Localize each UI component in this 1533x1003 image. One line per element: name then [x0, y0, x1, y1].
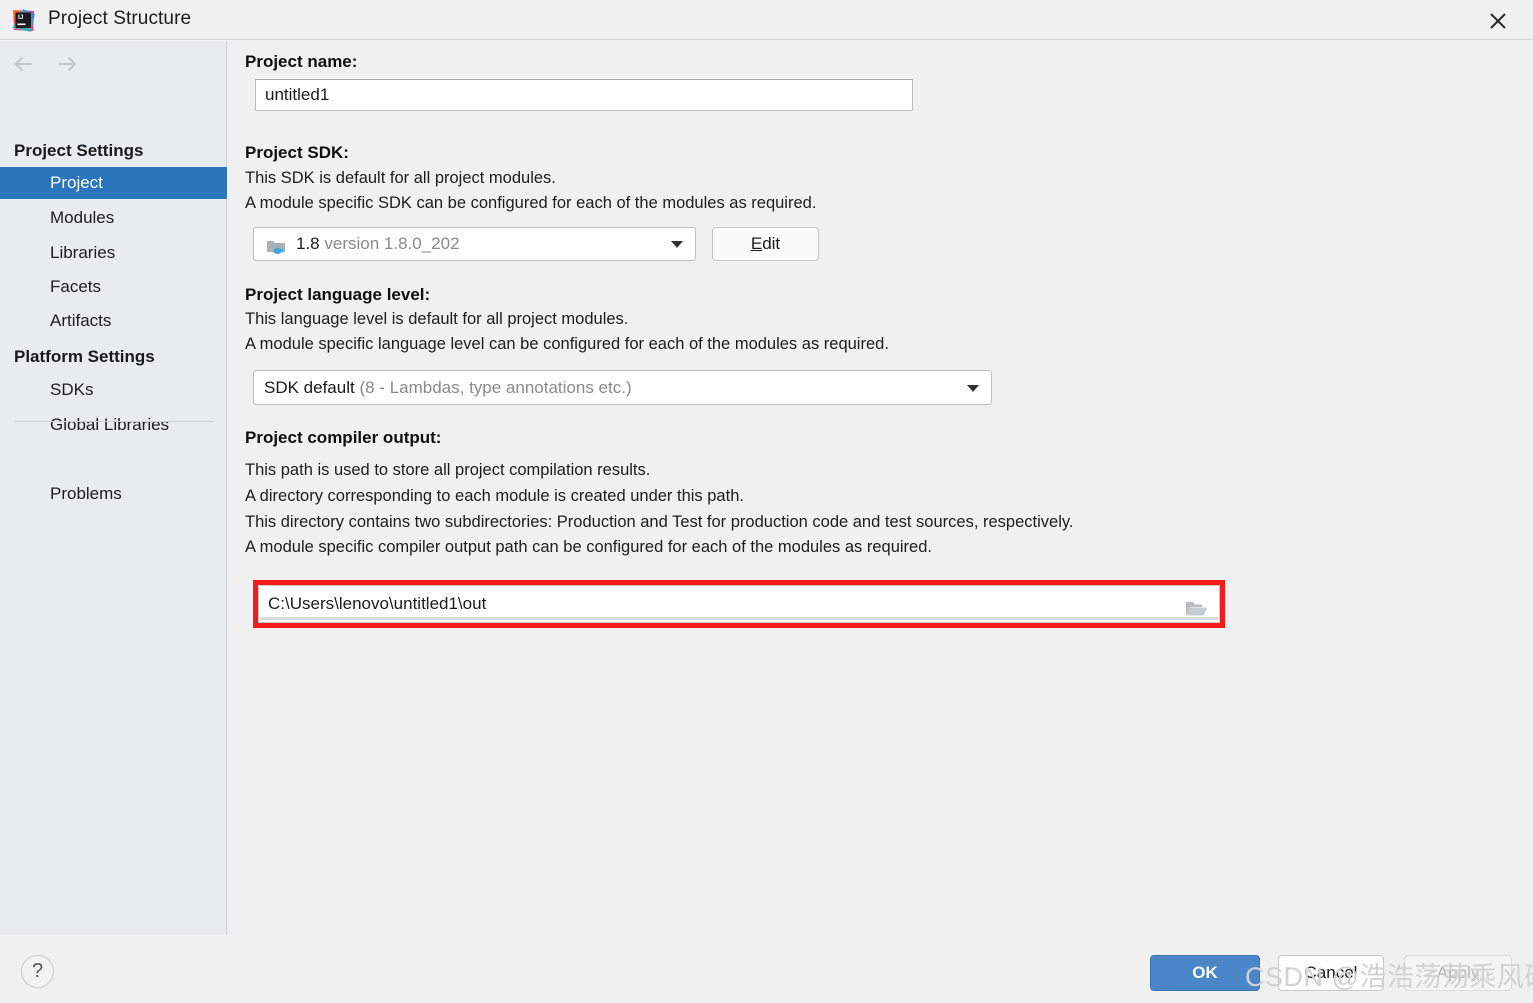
project-sdk-combobox[interactable]: 1.8 version 1.8.0_202 — [253, 227, 696, 261]
compiler-output-value: C:\Users\lenovo\untitled1\out — [268, 594, 487, 613]
main-content: Project name: untitled1 Project SDK: Thi… — [228, 41, 1533, 935]
project-sdk-label: Project SDK: — [245, 143, 349, 162]
language-level-desc-line-2: A module specific language level can be … — [245, 335, 889, 353]
compiler-output-desc-line-1: This path is used to store all project c… — [245, 461, 651, 479]
compiler-output-label: Project compiler output: — [245, 428, 442, 447]
chevron-down-icon[interactable] — [671, 241, 683, 248]
sidebar-item-project[interactable]: Project — [0, 167, 227, 199]
window-title: Project Structure — [48, 8, 192, 29]
ok-button[interactable]: OK — [1150, 955, 1260, 991]
project-sdk-desc-line-2: A module specific SDK can be configured … — [245, 194, 817, 212]
sidebar-group-project-settings: Project Settings — [14, 141, 144, 160]
compiler-output-desc-line-3: This directory contains two subdirectori… — [245, 513, 1074, 531]
project-sdk-value-secondary: version 1.8.0_202 — [324, 234, 460, 253]
sidebar-divider — [14, 421, 214, 422]
language-level-value-primary: SDK default — [264, 378, 355, 397]
edit-button-mnemonic: E — [750, 234, 763, 253]
compiler-output-desc-line-2: A directory corresponding to each module… — [245, 487, 744, 505]
svg-text:IJ: IJ — [18, 14, 24, 21]
sidebar-group-platform-settings: Platform Settings — [14, 347, 155, 366]
sidebar-item-modules[interactable]: Modules — [0, 202, 227, 234]
sidebar-item-global-libraries[interactable]: Global Libraries — [0, 409, 227, 441]
language-level-combobox[interactable]: SDK default (8 - Lambdas, type annotatio… — [253, 370, 992, 405]
edit-button-rest: dit — [762, 234, 781, 253]
navigation-buttons — [10, 50, 90, 78]
language-level-desc-line-1: This language level is default for all p… — [245, 310, 629, 328]
compiler-output-desc-line-4: A module specific compiler output path c… — [245, 538, 932, 556]
sidebar-item-facets[interactable]: Facets — [0, 271, 227, 303]
project-sdk-value-primary: 1.8 — [296, 234, 320, 253]
arrow-right-icon[interactable] — [52, 50, 90, 78]
sidebar: Project Settings Project Modules Librari… — [0, 41, 227, 935]
input-underline — [260, 617, 1218, 620]
language-level-value-secondary: (8 - Lambdas, type annotations etc.) — [359, 378, 632, 397]
compiler-output-input[interactable]: C:\Users\lenovo\untitled1\out — [258, 585, 1220, 623]
sidebar-item-problems[interactable]: Problems — [0, 478, 227, 510]
project-structure-dialog: IJ Project Structure Project Settings Pr… — [0, 0, 1533, 1003]
java-sdk-folder-icon — [266, 235, 286, 254]
folder-open-icon[interactable] — [1185, 595, 1209, 616]
help-button[interactable]: ? — [21, 955, 54, 988]
close-icon[interactable] — [1485, 8, 1511, 34]
project-name-input[interactable]: untitled1 — [255, 79, 913, 111]
language-level-label: Project language level: — [245, 285, 431, 304]
sidebar-item-artifacts[interactable]: Artifacts — [0, 305, 227, 337]
arrow-left-icon[interactable] — [10, 50, 48, 78]
project-name-label: Project name: — [245, 52, 358, 71]
intellij-idea-icon: IJ — [11, 8, 36, 33]
chevron-down-icon[interactable] — [967, 384, 979, 392]
sidebar-item-libraries[interactable]: Libraries — [0, 237, 227, 269]
sidebar-item-sdks[interactable]: SDKs — [0, 374, 227, 406]
title-bar: IJ Project Structure — [0, 0, 1533, 40]
project-sdk-desc-line-1: This SDK is default for all project modu… — [245, 169, 556, 187]
edit-sdk-button[interactable]: Edit — [712, 227, 819, 261]
cancel-button[interactable]: Cancel — [1278, 955, 1384, 991]
apply-button: Apply — [1404, 955, 1512, 991]
